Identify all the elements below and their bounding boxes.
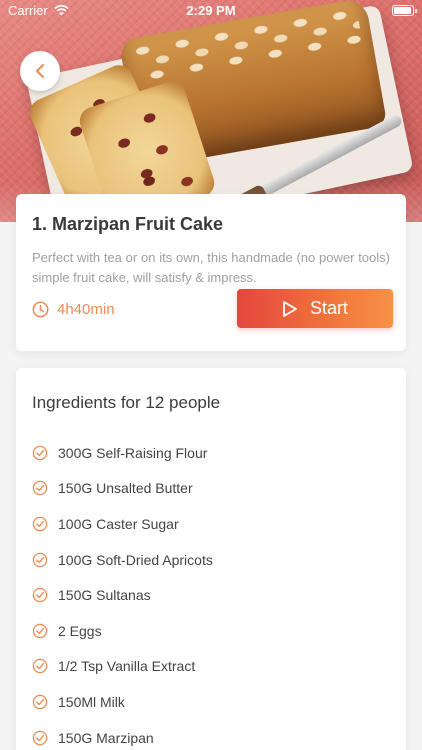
ingredient-item: 150G Unsalted Butter bbox=[32, 471, 213, 507]
start-button-label: Start bbox=[309, 298, 348, 318]
ingredient-item: 300G Self-Raising Flour bbox=[32, 435, 213, 471]
ingredient-label: 150Ml Milk bbox=[58, 693, 125, 710]
ingredient-item: 150G Marzipan bbox=[32, 720, 213, 750]
recipe-title: 1. Marzipan Fruit Cake bbox=[32, 214, 224, 234]
start-button[interactable]: Start bbox=[237, 289, 393, 328]
chevron-left-icon bbox=[36, 64, 44, 78]
check-circle-icon bbox=[32, 730, 48, 746]
ingredient-item: 1/2 Tsp Vanilla Extract bbox=[32, 649, 213, 685]
battery-icon bbox=[392, 5, 417, 16]
ingredient-item: 100G Soft-Dried Apricots bbox=[32, 542, 213, 578]
back-button[interactable] bbox=[20, 51, 60, 91]
ingredient-label: 150G Unsalted Butter bbox=[58, 480, 193, 497]
ingredients-title: Ingredients for 12 people bbox=[32, 393, 221, 412]
play-icon bbox=[283, 300, 297, 317]
status-time: 2:29 PM bbox=[186, 3, 236, 18]
ingredient-item: 150Ml Milk bbox=[32, 684, 213, 720]
battery-level bbox=[394, 7, 411, 14]
check-circle-icon bbox=[32, 658, 48, 674]
ingredient-label: 100G Soft-Dried Apricots bbox=[58, 551, 213, 568]
check-circle-icon bbox=[32, 623, 48, 639]
ingredient-label: 1/2 Tsp Vanilla Extract bbox=[58, 658, 196, 675]
ingredients-card: Ingredients for 12 people 300G Self-Rais… bbox=[16, 368, 406, 750]
ingredient-label: 100G Caster Sugar bbox=[58, 515, 179, 532]
check-circle-icon bbox=[32, 516, 48, 532]
check-circle-icon bbox=[32, 480, 48, 496]
duration-label: 4h40min bbox=[57, 301, 115, 318]
recipe-hero-image bbox=[0, 0, 422, 222]
check-circle-icon bbox=[32, 552, 48, 568]
ingredient-label: 2 Eggs bbox=[58, 622, 102, 639]
check-circle-icon bbox=[32, 445, 48, 461]
ingredient-item: 100G Caster Sugar bbox=[32, 506, 213, 542]
check-circle-icon bbox=[32, 694, 48, 710]
ingredient-label: 150G Sultanas bbox=[58, 587, 151, 604]
recipe-duration: 4h40min bbox=[32, 301, 115, 318]
status-bar: Carrier 2:29 PM bbox=[0, 0, 422, 20]
ingredient-item: 150G Sultanas bbox=[32, 577, 213, 613]
ingredient-item: 2 Eggs bbox=[32, 613, 213, 649]
recipe-description: Perfect with tea or on its own, this han… bbox=[32, 250, 390, 285]
ingredient-label: 150G Marzipan bbox=[58, 729, 154, 746]
check-circle-icon bbox=[32, 587, 48, 603]
ingredient-list: 300G Self-Raising Flour 150G Unsalted Bu… bbox=[32, 435, 213, 750]
clock-icon bbox=[32, 301, 49, 318]
recipe-card: 1. Marzipan Fruit Cake Perfect with tea … bbox=[16, 194, 406, 351]
ingredient-label: 300G Self-Raising Flour bbox=[58, 444, 208, 461]
